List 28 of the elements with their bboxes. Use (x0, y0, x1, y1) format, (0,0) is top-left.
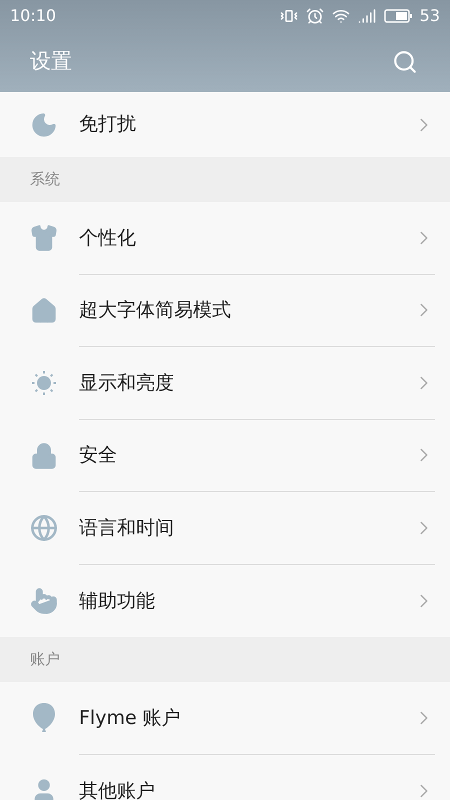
vibrate-icon (280, 7, 298, 25)
item-label: 个性化 (79, 226, 137, 250)
wifi-icon (332, 7, 350, 25)
moon-icon (30, 110, 58, 138)
item-label: 免打扰 (79, 112, 137, 138)
house-icon (30, 296, 58, 325)
status-time: 10:10 (10, 5, 56, 27)
lock-icon (30, 442, 58, 470)
battery-icon (384, 8, 412, 24)
sun-icon (30, 369, 58, 398)
item-label: 语言和时间 (79, 516, 175, 540)
page-title: 设置 (30, 48, 72, 76)
pointing-hand-icon (30, 586, 58, 615)
shirt-icon (30, 224, 58, 252)
search-button[interactable] (392, 49, 418, 75)
battery-percent: 53 (420, 5, 440, 27)
item-label: Flyme 账户 (79, 706, 182, 730)
globe-icon (30, 514, 58, 542)
balloon-icon (30, 702, 56, 734)
item-label: 超大字体简易模式 (79, 298, 232, 323)
item-label: 显示和亮度 (79, 370, 175, 396)
signal-icon (358, 7, 376, 25)
item-label: 其他账户 (79, 778, 156, 800)
section-header: 账户 (0, 637, 450, 682)
section-header: 系统 (0, 157, 450, 202)
item-label: 辅助功能 (79, 588, 156, 614)
alarm-icon (306, 7, 324, 25)
item-label: 安全 (79, 443, 118, 468)
